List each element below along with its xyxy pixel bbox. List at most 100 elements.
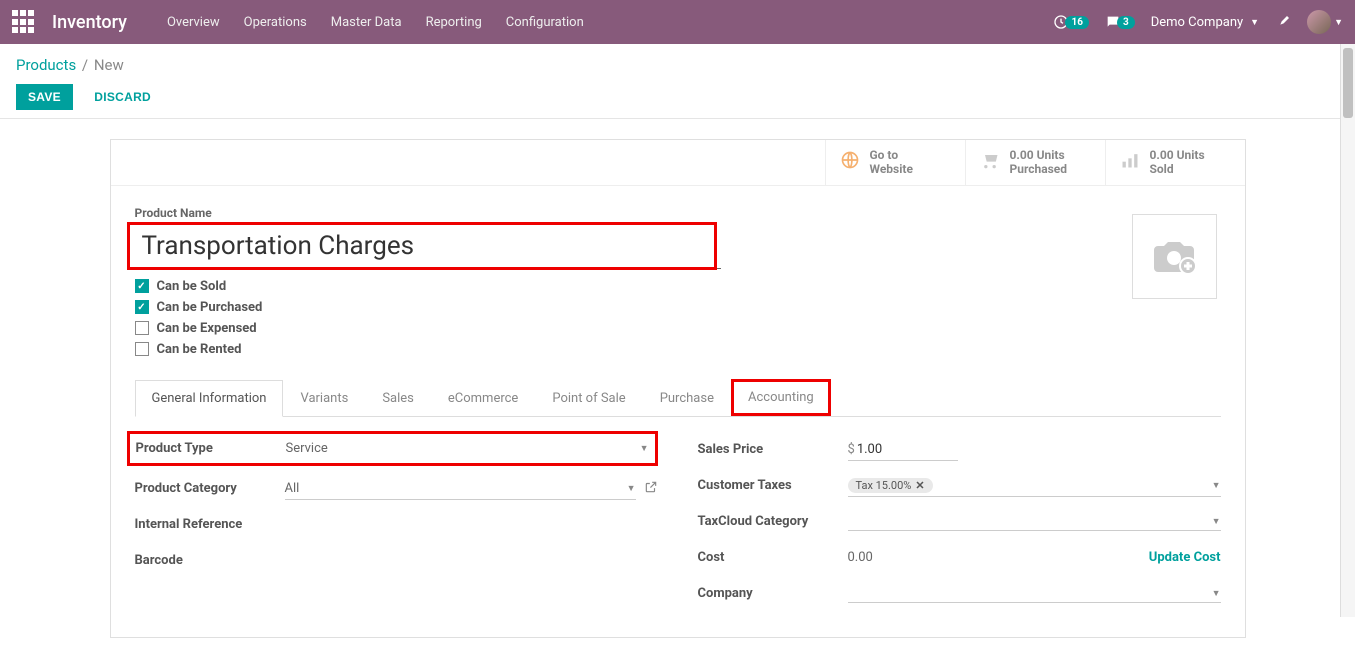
save-button[interactable]: SAVE [16,84,73,110]
stat-sold-text: 0.00 Units Sold [1150,148,1205,177]
stat-website[interactable]: Go to Website [825,140,965,185]
external-link-icon[interactable] [644,480,658,498]
product-name-highlight [127,222,717,270]
cost-row: Cost 0.00 Update Cost [698,545,1221,571]
product-type-label: Product Type [136,441,286,456]
control-panel: Products / New SAVE DISCARD [0,44,1355,119]
product-left: Product Name ✓ Can be Sold ✓ Can be Purc… [135,206,1132,363]
customer-taxes-row: Customer Taxes Tax 15.00% ✕ ▼ [698,473,1221,499]
product-image-upload[interactable] [1132,214,1217,299]
activity-button[interactable]: 16 [1053,14,1088,30]
user-menu[interactable]: ▼ [1307,10,1343,34]
chevron-down-icon: ▼ [640,443,649,454]
stat-sold[interactable]: 0.00 Units Sold [1105,140,1245,185]
internal-reference-row: Internal Reference [135,512,658,538]
tax-tag[interactable]: Tax 15.00% ✕ [848,478,933,493]
nav-configuration[interactable]: Configuration [506,15,584,30]
nav-menu: Overview Operations Master Data Reportin… [167,15,1054,30]
discard-button[interactable]: DISCARD [82,84,163,110]
nav-overview[interactable]: Overview [167,15,220,30]
company-select[interactable]: ▼ [848,585,1221,603]
tab-purchase[interactable]: Purchase [643,380,731,417]
breadcrumb-current: New [94,56,124,74]
tag-remove-icon[interactable]: ✕ [915,479,924,492]
nav-operations[interactable]: Operations [244,15,307,30]
tab-sales[interactable]: Sales [365,380,431,417]
can-be-rented-label: Can be Rented [157,342,242,357]
update-cost-link[interactable]: Update Cost [1149,550,1221,565]
taxcloud-row: TaxCloud Category ▼ [698,509,1221,535]
taxcloud-select[interactable]: ▼ [848,513,1221,531]
tab-variants[interactable]: Variants [283,380,365,417]
tab-ecommerce[interactable]: eCommerce [431,380,535,417]
can-be-sold-label: Can be Sold [157,279,227,294]
stat-purchased-text: 0.00 Units Purchased [1010,148,1068,177]
stat-purchased[interactable]: 0.00 Units Purchased [965,140,1105,185]
app-title[interactable]: Inventory [52,12,127,33]
avatar [1307,10,1331,34]
nav-right: 16 3 Demo Company ▼ ▼ [1053,10,1343,34]
tab-point-of-sale[interactable]: Point of Sale [535,380,642,417]
camera-icon [1150,236,1198,276]
company-label: Company [698,586,848,601]
product-category-label: Product Category [135,481,285,496]
sales-price-value: 1.00 [857,442,882,457]
product-name-label: Product Name [135,206,1132,220]
form-col-right: Sales Price $1.00 Customer Taxes Tax 15.… [698,437,1221,617]
customer-taxes-label: Customer Taxes [698,478,848,493]
cost-value: 0.00 [848,550,873,565]
can-be-expensed-row: Can be Expensed [135,321,1132,336]
scroll-thumb[interactable] [1343,48,1353,118]
globe-icon [840,150,860,174]
activity-badge: 16 [1065,16,1088,29]
company-switcher[interactable]: Demo Company ▼ [1151,15,1259,30]
tab-accounting[interactable]: Accounting [731,379,831,416]
chevron-down-icon: ▼ [1212,588,1221,599]
can-be-purchased-checkbox[interactable]: ✓ [135,300,149,314]
messages-button[interactable]: 3 [1105,14,1135,30]
can-be-sold-row: ✓ Can be Sold [135,279,1132,294]
nav-master-data[interactable]: Master Data [331,15,402,30]
sheet-body: Product Name ✓ Can be Sold ✓ Can be Purc… [111,186,1245,637]
breadcrumb-products[interactable]: Products [16,56,76,74]
sales-price-row: Sales Price $1.00 [698,437,1221,463]
company-row: Company ▼ [698,581,1221,607]
debug-button[interactable] [1275,14,1291,30]
wrench-icon [1275,14,1291,30]
nav-reporting[interactable]: Reporting [426,15,482,30]
can-be-purchased-row: ✓ Can be Purchased [135,300,1132,315]
cost-label: Cost [698,550,848,565]
apps-icon[interactable] [12,10,36,34]
product-category-row: Product Category All ▼ [135,476,658,502]
can-be-rented-checkbox[interactable] [135,342,149,356]
barcode-input[interactable] [285,558,658,564]
cart-icon [980,150,1000,174]
internal-reference-input[interactable] [285,522,658,528]
can-be-expensed-label: Can be Expensed [157,321,257,336]
product-category-select[interactable]: All ▼ [285,478,636,500]
scrollbar[interactable] [1340,44,1355,617]
chevron-down-icon: ▼ [1250,17,1259,28]
tab-general-information[interactable]: General Information [135,380,284,417]
product-options: ✓ Can be Sold ✓ Can be Purchased Can be … [135,279,1132,357]
can-be-expensed-checkbox[interactable] [135,321,149,335]
top-navbar: Inventory Overview Operations Master Dat… [0,0,1355,44]
internal-reference-label: Internal Reference [135,517,285,532]
barcode-row: Barcode [135,548,658,574]
bars-icon [1120,150,1140,174]
sales-price-currency: $ [848,442,855,457]
company-name: Demo Company [1151,15,1243,30]
product-type-select[interactable]: Service ▼ [286,438,649,459]
stat-buttons: Go to Website 0.00 Units Purchased 0.0 [111,140,1245,186]
can-be-sold-checkbox[interactable]: ✓ [135,279,149,293]
product-name-input[interactable] [142,229,702,263]
chevron-down-icon: ▼ [627,483,636,494]
tax-tag-label: Tax 15.00% [856,479,912,492]
cost-field: 0.00 Update Cost [848,547,1221,568]
chevron-down-icon: ▼ [1334,17,1343,28]
customer-taxes-input[interactable]: Tax 15.00% ✕ ▼ [848,475,1221,497]
chevron-down-icon: ▼ [1212,480,1221,491]
form-col-left: Product Type Service ▼ Product Category … [135,437,658,617]
form-grid: Product Type Service ▼ Product Category … [135,437,1221,617]
sales-price-input[interactable]: $1.00 [848,439,958,461]
